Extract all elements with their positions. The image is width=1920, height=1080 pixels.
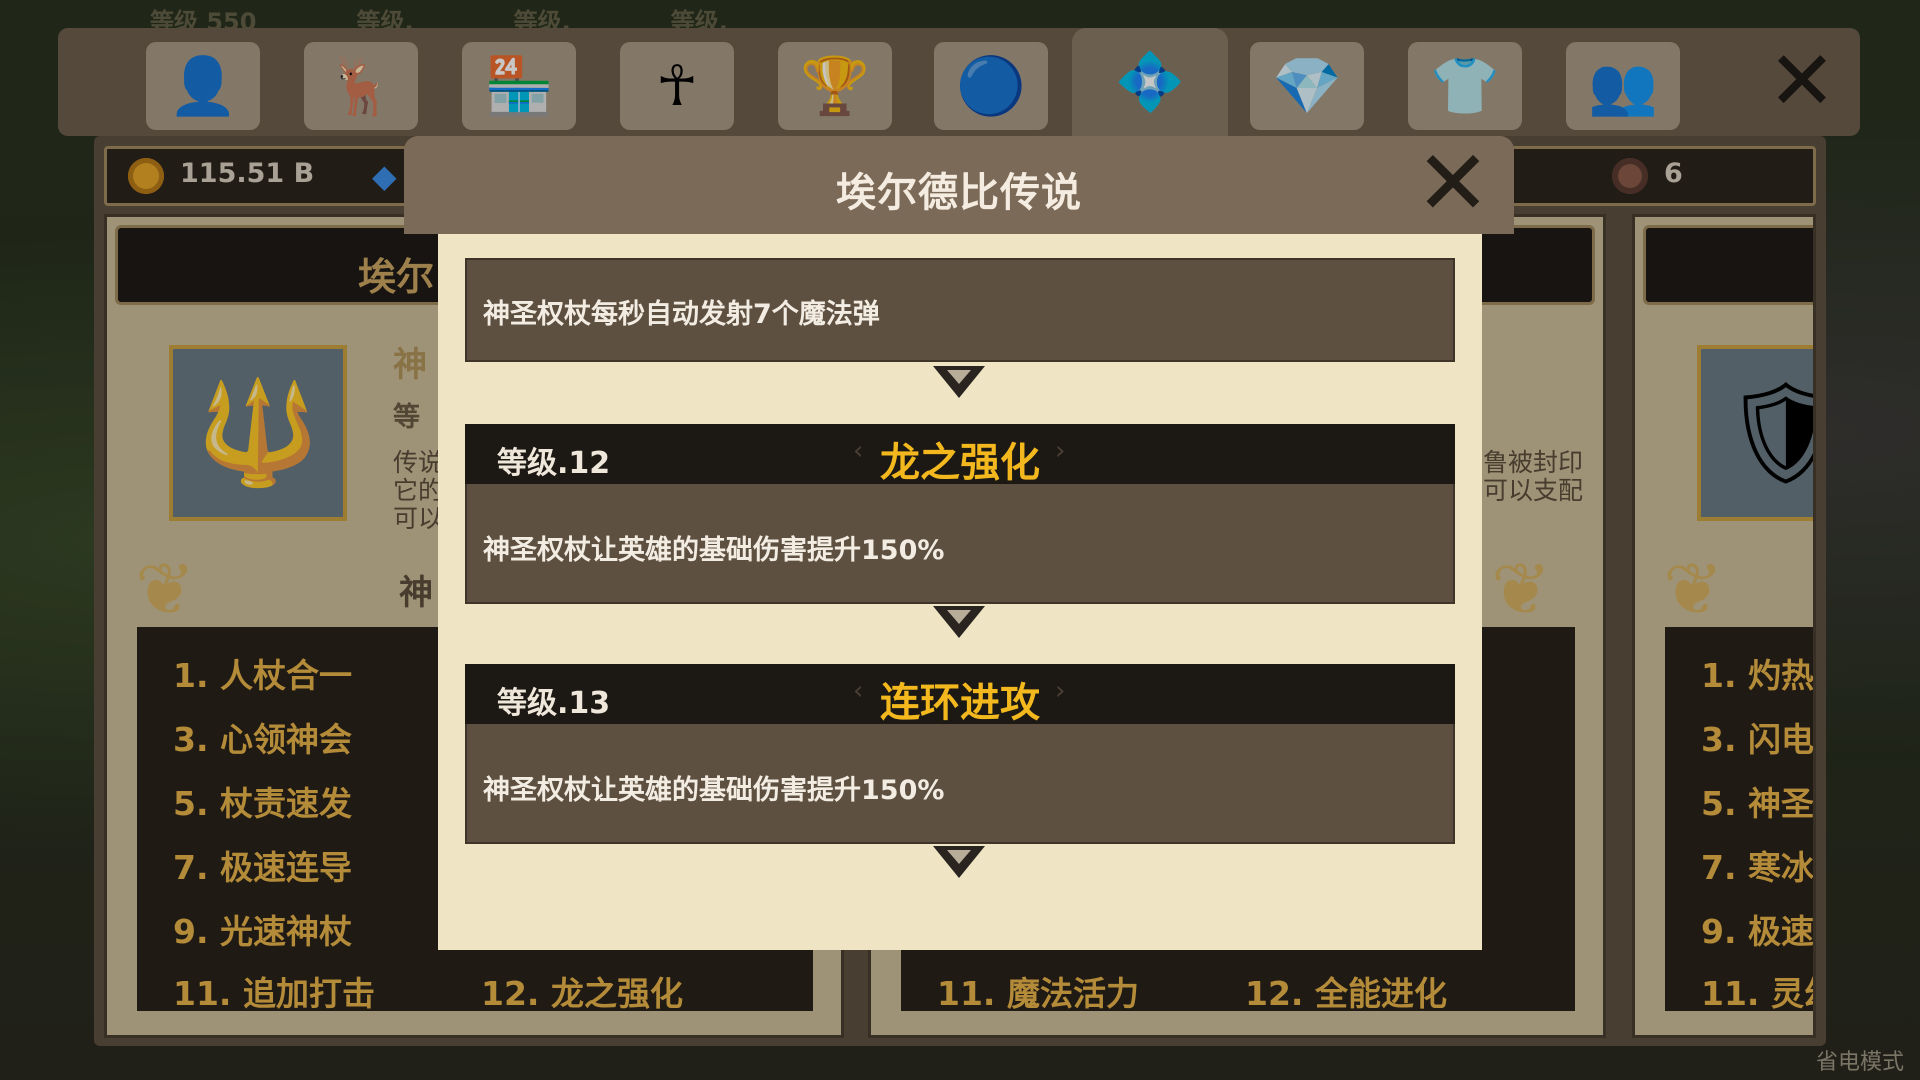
- modal-header: 埃尔德比传说 ✕: [404, 136, 1514, 234]
- skill-header: 等级.12 ‹ 龙之强化 ›: [465, 424, 1455, 486]
- skill-desc: 神圣权杖让英雄的基础伤害提升150%: [483, 535, 945, 566]
- chevron-down-icon: [933, 846, 985, 880]
- skill-desc: 神圣权杖让英雄的基础伤害提升150%: [483, 775, 945, 806]
- skill-name: 龙之强化: [880, 440, 1040, 486]
- power-save-label[interactable]: 省电模式: [1816, 1044, 1904, 1076]
- modal-close-button[interactable]: ✕: [1410, 139, 1496, 229]
- skill-header: 等级.13 ‹ 连环进攻 ›: [465, 664, 1455, 726]
- skill-desc-box: 神圣权杖让英雄的基础伤害提升150%: [465, 724, 1455, 844]
- base-effect-text: 神圣权杖每秒自动发射7个魔法弹: [483, 299, 880, 330]
- skill-name: 连环进攻: [880, 680, 1040, 726]
- modal-title: 埃尔德比传说: [836, 170, 1082, 216]
- chevron-down-icon: [933, 606, 985, 640]
- skill-desc-box: 神圣权杖让英雄的基础伤害提升150%: [465, 484, 1455, 604]
- base-effect-box: 神圣权杖每秒自动发射7个魔法弹: [465, 258, 1455, 362]
- chevron-down-icon: [933, 366, 985, 400]
- chevron-right-icon: ›: [1055, 436, 1066, 466]
- chevron-right-icon: ›: [1055, 676, 1066, 706]
- modal-body: 神圣权杖每秒自动发射7个魔法弹 等级.12 ‹ 龙之强化 › 神圣权杖让英雄的基…: [438, 234, 1482, 950]
